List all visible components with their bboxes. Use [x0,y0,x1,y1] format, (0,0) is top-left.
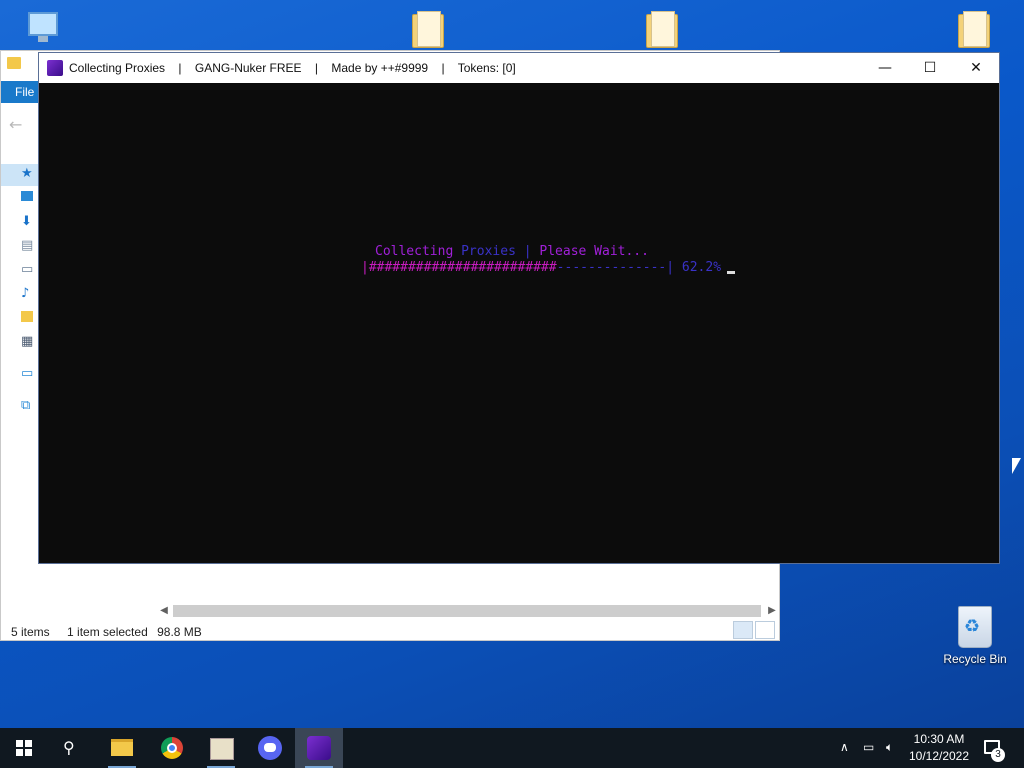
videos-nav-icon[interactable]: ▦ [21,335,37,349]
taskbar-file-explorer[interactable] [98,728,146,768]
documents-nav-icon[interactable]: ▤ [21,239,37,253]
music-nav-icon[interactable]: ♪ [21,287,37,301]
window-title: Collecting Proxies | GANG-Nuker FREE | M… [69,53,516,83]
volume-icon[interactable]: 🔈︎ [886,740,893,755]
desktop-python-folder-icon[interactable] [406,8,452,48]
recycle-bin-icon[interactable]: ♻ [954,602,994,648]
progress-empty: -------------- [556,260,667,275]
scrollbar-thumb[interactable] [173,605,761,617]
status-bar: 5 items 1 item selected 98.8 MB [11,625,216,639]
minimize-button[interactable]: — [862,53,908,83]
clock-time[interactable]: 10:30 AM [908,732,970,746]
progress-percent: 62.2% [681,260,722,275]
desktop-nav-icon[interactable] [21,191,37,205]
python-app-icon [210,738,234,760]
back-arrow-icon[interactable]: ← [9,115,22,134]
taskbar-gang-nuker[interactable] [295,728,343,768]
status-selection: 1 item selected [67,625,148,639]
details-view-button[interactable] [733,621,753,639]
title-segment-0: Collecting Proxies [69,61,166,75]
title-segment-1: GANG-Nuker FREE [194,61,302,75]
mouse-cursor-icon [1012,458,1021,474]
clock-date[interactable]: 10/12/2022 [906,749,972,763]
progress-line: |########################--------------|… [361,260,721,275]
taskbar-discord[interactable] [246,728,294,768]
windows-logo-icon [16,740,32,756]
taskbar-chrome[interactable] [148,728,196,768]
network-icon[interactable]: ▭ [863,740,874,754]
downloads-nav-icon[interactable]: ⬇ [21,215,37,229]
title-sep-2: | [314,61,319,75]
maximize-button[interactable]: ☐ [907,53,953,83]
horizontal-scrollbar[interactable]: ◀ ▶ [157,603,779,619]
status-line: Collecting Proxies | Please Wait... [375,244,649,259]
title-segment-2: Made by ++#9999 [331,61,429,75]
progress-right-bracket: | [666,260,675,275]
scroll-right-arrow-icon[interactable]: ▶ [765,603,779,619]
folder-nav-icon[interactable] [21,311,37,325]
desktop-folder-icon[interactable] [952,8,998,48]
show-hidden-icons-chevron-icon[interactable]: ∧ [840,740,849,754]
taskbar: ⚲ ∧ ▭ 🔈︎ 10:30 AM 10/12/2022 3 [0,728,1024,768]
quick-access-star-icon[interactable]: ★ [21,167,37,181]
explorer-folder-icon [7,57,21,69]
file-explorer-icon [111,739,133,756]
ribbon-file-tab[interactable]: File [1,81,41,103]
search-icon: ⚲ [63,738,75,757]
title-sep-3: | [441,61,445,75]
console-output: Collecting Proxies | Please Wait... |###… [39,83,999,563]
status-prefix: Collecting [375,244,454,259]
gang-nuker-taskbar-icon [307,736,331,760]
status-item-count: 5 items [11,625,50,639]
discord-face [264,743,276,752]
taskbar-python-app[interactable] [197,728,245,768]
recycle-bin-label: Recycle Bin [943,652,1007,666]
status-size: 98.8 MB [157,625,202,639]
progress-filled: ######################## [368,260,557,275]
console-window: Collecting Proxies | GANG-Nuker FREE | M… [38,52,1000,564]
progress-left-bracket: | [361,260,369,275]
desktop-computer-icon[interactable] [20,8,66,48]
this-pc-nav-icon[interactable]: ▭ [21,367,37,381]
console-titlebar[interactable]: Collecting Proxies | GANG-Nuker FREE | M… [39,53,999,83]
notification-count-badge: 3 [991,748,1005,762]
start-button[interactable] [0,728,48,768]
network-nav-icon[interactable]: ⧉ [21,399,37,413]
scroll-left-arrow-icon[interactable]: ◀ [157,603,171,619]
status-separator: | [523,244,532,259]
search-button[interactable]: ⚲ [48,728,96,768]
desktop-discord-folder-icon[interactable] [640,8,686,48]
console-cursor [727,271,735,274]
status-suffix: Please Wait... [539,244,649,259]
title-segment-3: Tokens: [0] [457,61,516,75]
large-icons-view-button[interactable] [755,621,775,639]
title-sep-1: | [178,61,182,75]
gang-nuker-app-icon [47,60,63,76]
chrome-icon-center [167,743,177,753]
status-highlight: Proxies [461,244,516,259]
close-button[interactable]: ✕ [953,53,999,83]
pictures-nav-icon[interactable]: ▭ [21,263,37,277]
